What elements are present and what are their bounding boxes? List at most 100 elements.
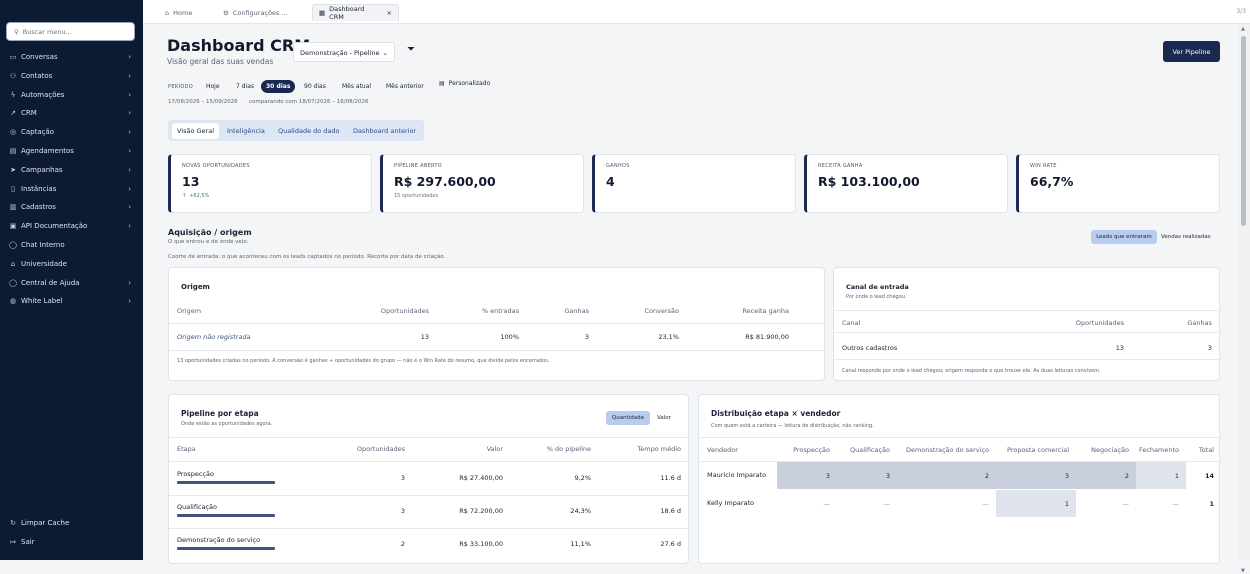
toggle-leads-button[interactable]: Leads que entraram xyxy=(1091,230,1157,244)
dist-col-proposta-comercial: Proposta comercial xyxy=(1007,446,1069,454)
period-90-dias[interactable]: 90 dias xyxy=(299,80,331,93)
period-30-dias[interactable]: 30 dias xyxy=(261,80,296,93)
dist-col-vendedor: Vendedor xyxy=(707,446,738,454)
sidebar-item-label: Captação xyxy=(21,128,55,137)
sidebar-item-agendamentos[interactable]: ▤ Agendamentos › xyxy=(0,142,143,160)
chevron-right-icon: › xyxy=(128,203,131,212)
sidebar-item-sair[interactable]: ↦ Sair xyxy=(0,533,143,551)
custom-period-button[interactable]: ▤ Personalizado xyxy=(439,80,490,87)
dist-cell: 3 xyxy=(837,462,897,489)
bolt-icon: ϟ xyxy=(10,90,16,99)
kpi-value: R$ 103.100,00 xyxy=(818,174,920,189)
divider xyxy=(169,323,826,324)
kpi-win-rate: WIN RATE 66,7% xyxy=(1016,154,1220,213)
graduation-icon: ⌂ xyxy=(10,259,16,268)
sidebar-item-white-label[interactable]: ◍ White Label › xyxy=(0,292,143,310)
chevron-right-icon: › xyxy=(128,90,131,99)
palette-icon: ◍ xyxy=(9,297,17,306)
sidebar-item-contatos[interactable]: ⚇ Contatos › xyxy=(0,67,143,85)
scrollbar-thumb[interactable] xyxy=(1241,36,1246,226)
tab-configuracoes[interactable]: ⚙ Configurações ... xyxy=(217,4,294,21)
view-tab-qualidade-do-dado[interactable]: Qualidade do dado xyxy=(273,123,345,139)
chevron-right-icon: › xyxy=(128,222,131,231)
canal-row-ops: 13 xyxy=(1115,344,1124,352)
vertical-scrollbar[interactable]: ▲ ▼ xyxy=(1238,24,1250,574)
canal-row-name: Outros cadastros xyxy=(842,344,898,352)
pipeline-row-etapa: Demonstração do serviço xyxy=(177,536,261,544)
ver-pipeline-button[interactable]: Ver Pipeline xyxy=(1163,41,1220,62)
pipeline-title: Pipeline por etapa xyxy=(181,409,259,418)
divider xyxy=(834,310,1221,311)
sidebar-item-label: Campanhas xyxy=(21,165,63,174)
book-icon: ▣ xyxy=(9,222,17,231)
tab-dashboard-crm[interactable]: ▦ Dashboard CRM × xyxy=(312,4,399,21)
search-icon: ⚲ xyxy=(14,28,19,36)
period-mes-anterior[interactable]: Mês anterior xyxy=(381,80,429,93)
period-mes-atual[interactable]: Mês atual xyxy=(337,80,376,93)
sidebar-item-api-documentacao[interactable]: ▣ API Documentação › xyxy=(0,217,143,235)
acquisition-note: Coorte de entrada: o que aconteceu com o… xyxy=(168,254,446,260)
sidebar-item-instancias[interactable]: ▯ Instâncias › xyxy=(0,180,143,198)
sidebar-item-chat-interno[interactable]: ◯ Chat Interno xyxy=(0,236,143,254)
chevron-right-icon: › xyxy=(128,165,131,174)
toggle-valor-button[interactable]: Valor xyxy=(657,415,671,421)
dist-cell: — xyxy=(982,499,990,508)
database-icon: ▥ xyxy=(9,203,17,212)
chevron-down-icon: ⌄ xyxy=(382,49,388,57)
filter-icon[interactable]: ⏷ xyxy=(407,44,415,55)
dist-cell: 2 xyxy=(897,462,996,489)
kpi-sub: 15 oportunidades xyxy=(394,193,572,199)
menu-search-input[interactable]: ⚲ Buscar menu... xyxy=(6,22,135,41)
tab-counter: 3/3 xyxy=(1236,8,1246,15)
sidebar-item-universidade[interactable]: ⌂ Universidade xyxy=(0,255,143,273)
pipeline-select[interactable]: Demonstração - Pipeline ⌄ xyxy=(293,42,395,62)
col-oportunidades: Oportunidades xyxy=(380,307,429,315)
kpi-label: WIN RATE xyxy=(1030,163,1057,169)
sidebar-item-label: Limpar Cache xyxy=(21,519,70,527)
divider xyxy=(834,332,1221,333)
pipeline-row-pct: 24,3% xyxy=(570,507,591,515)
chevron-right-icon: › xyxy=(128,297,131,306)
view-tab-inteligencia[interactable]: Inteligência xyxy=(222,123,270,139)
col-pipe-pct: % do pipeline xyxy=(546,445,591,453)
canal-row-ganhas: 3 xyxy=(1207,344,1212,352)
tab-home[interactable]: ⌂ Home xyxy=(159,4,198,21)
pipeline-row-pct: 11,1% xyxy=(570,540,591,548)
period-hoje[interactable]: Hoje xyxy=(201,80,225,93)
calendar-icon: ▤ xyxy=(439,80,445,87)
chevron-right-icon: › xyxy=(128,109,131,118)
sidebar-item-conversas[interactable]: ▭ Conversas › xyxy=(0,48,143,66)
toggle-quantidade-button[interactable]: Quantidade xyxy=(606,411,650,425)
sidebar-item-crm[interactable]: ↗ CRM › xyxy=(0,104,143,122)
pipeline-row-pct: 9,2% xyxy=(574,474,591,482)
col-conversao: Conversão xyxy=(644,307,680,315)
origem-row-ops: 13 xyxy=(420,333,429,341)
scroll-up-icon[interactable]: ▲ xyxy=(1241,26,1245,32)
sidebar-item-campanhas[interactable]: ➤ Campanhas › xyxy=(0,161,143,179)
view-tab-visao-geral[interactable]: Visão Geral xyxy=(172,123,220,139)
pipeline-row-bar xyxy=(177,481,275,484)
divider xyxy=(699,437,1221,438)
sidebar-item-automacoes[interactable]: ϟ Automações › xyxy=(0,86,143,104)
pipeline-row-tempo: 27.6 d xyxy=(660,540,681,548)
menu-search-placeholder: Buscar menu... xyxy=(22,28,72,36)
period-7-dias[interactable]: 7 dias xyxy=(231,80,259,93)
sidebar-item-captacao[interactable]: ◎ Captação › xyxy=(0,123,143,141)
col-etapa: Etapa xyxy=(177,445,196,453)
dist-col-qualificacao: Qualificação xyxy=(849,446,890,454)
pipeline-card: Pipeline por etapa Onde estão as oportun… xyxy=(168,394,690,564)
close-icon[interactable]: × xyxy=(387,9,392,17)
view-tab-dashboard-anterior[interactable]: Dashboard anterior xyxy=(348,123,421,139)
dist-col-demonstracao-do-servico: Demonstração do serviço xyxy=(905,446,989,454)
sidebar-item-central-de-ajuda[interactable]: ◯ Central de Ajuda › xyxy=(0,274,143,292)
acquisition-title: Aquisição / origem xyxy=(168,228,252,237)
toggle-vendas-button[interactable]: Vendas realizadas xyxy=(1161,234,1211,240)
sidebar-item-cadastros[interactable]: ▥ Cadastros › xyxy=(0,198,143,216)
dist-cell: — xyxy=(883,499,891,508)
sidebar-item-label: Cadastros xyxy=(21,203,56,212)
sidebar-item-limpar-cache[interactable]: ↻ Limpar Cache xyxy=(0,514,143,532)
scroll-down-icon[interactable]: ▼ xyxy=(1241,568,1245,574)
chevron-right-icon: › xyxy=(128,147,131,155)
page-subtitle: Visão geral das suas vendas xyxy=(167,57,274,66)
pipeline-row-bar xyxy=(177,514,275,517)
